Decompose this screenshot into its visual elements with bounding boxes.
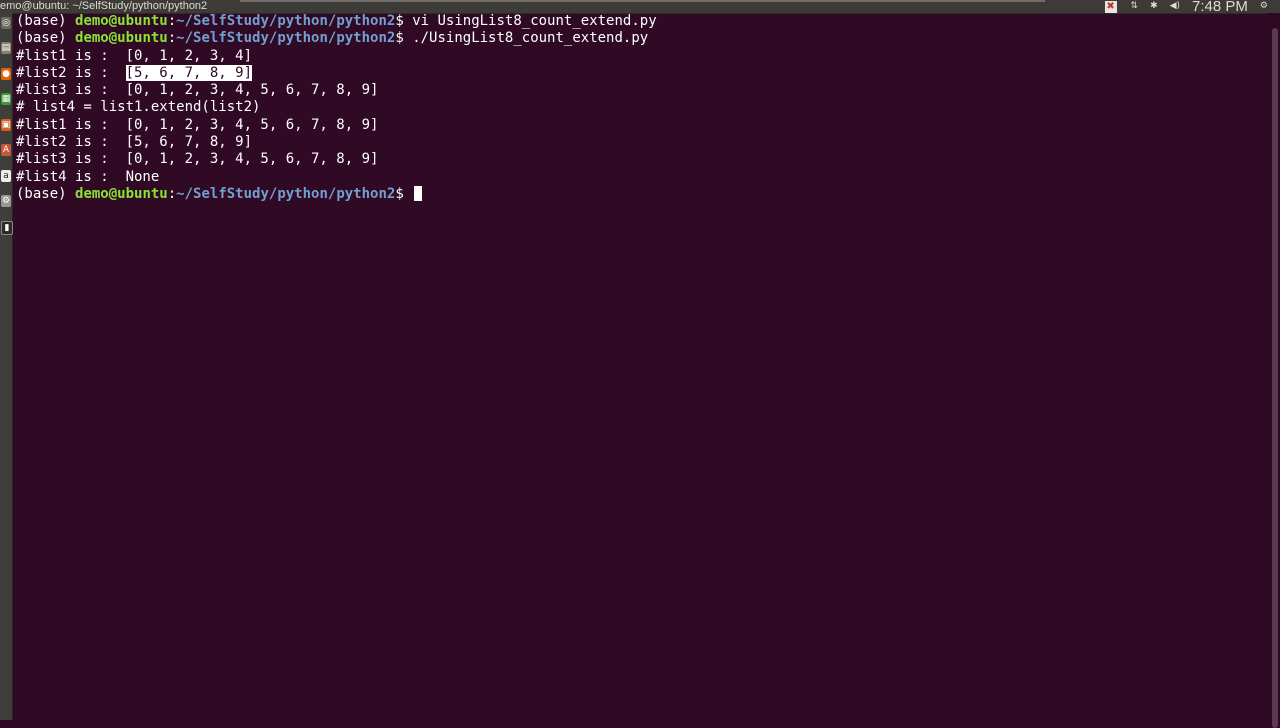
prompt-separator: : [167, 13, 177, 29]
prompt-symbol: $ [395, 13, 413, 29]
prompt-symbol: $ [395, 185, 413, 202]
output-label: #list1 is : [16, 47, 126, 64]
settings-icon[interactable]: ⚙ [1, 195, 11, 207]
prompt-path: ~/SelfStudy/python/python2 [176, 30, 396, 47]
panel-accent [240, 0, 1045, 2]
output-line: #list4 is : None [16, 168, 160, 185]
settings-gear-icon[interactable]: ⚙ [1260, 0, 1268, 13]
keyboard-sort-icon[interactable]: ⇅ [1131, 0, 1139, 13]
terminal-output[interactable]: (base) demo@ubuntu:~/SelfStudy/python/py… [16, 13, 1264, 713]
output-line: #list1 is : [0, 1, 2, 3, 4, 5, 6, 7, 8, … [16, 116, 379, 133]
search-icon[interactable]: ◎ [1, 17, 11, 29]
scrollbar[interactable] [1267, 13, 1280, 728]
window-title: emo@ubuntu: ~/SelfStudy/python/python2 [0, 0, 208, 12]
selected-text[interactable]: [5, 6, 7, 8, 9] [125, 64, 253, 81]
alert-icon[interactable]: ✖ [1104, 0, 1117, 13]
output-line: #list1 is : [0, 1, 2, 3, 4] [16, 48, 1264, 65]
files-icon[interactable]: ▤ [1, 42, 11, 54]
prompt-path: ~/SelfStudy/python/python2 [176, 13, 396, 29]
prompt-env: (base) [16, 13, 76, 29]
terminal-line: (base) demo@ubuntu:~/SelfStudy/python/py… [16, 186, 1264, 203]
clock[interactable]: 7:48 PM [1192, 0, 1248, 14]
text-cursor[interactable] [414, 186, 423, 202]
prompt-symbol: $ [395, 30, 413, 47]
output-line: #list2 is : [5, 6, 7, 8, 9] [16, 134, 253, 151]
output-line: #list3 is : [0, 1, 2, 3, 4, 5, 6, 7, 8, … [16, 82, 379, 99]
terminal-icon[interactable]: ▮ [1, 221, 13, 235]
libreoffice-calc-icon[interactable]: ▦ [1, 93, 11, 105]
prompt-user-host: demo@ubuntu [75, 185, 168, 202]
top-panel: emo@ubuntu: ~/SelfStudy/python/python2 ✖… [0, 0, 1280, 14]
output-line: #list2 is : [5, 6, 7, 8, 9] [16, 64, 1264, 82]
prompt-separator: : [167, 30, 177, 47]
amazon-icon[interactable]: a [1, 170, 11, 182]
scrollbar-thumb[interactable] [1272, 28, 1278, 728]
indicator-area: ✖ ⇅ ✱ ◀) 7:48 PM ⚙ [1104, 0, 1280, 14]
firefox-icon[interactable]: ● [1, 68, 11, 80]
output-line: #list3 is : [0, 1, 2, 3, 4, 5, 6, 7, 8, … [16, 151, 379, 168]
prompt-env: (base) [16, 185, 76, 202]
launcher: ◎ ▤ ● ▦ ▣ A a ⚙ ▮ [0, 13, 13, 720]
bluetooth-icon[interactable]: ✱ [1150, 0, 1158, 13]
prompt-user-host: demo@ubuntu [75, 13, 168, 29]
prompt-user-host: demo@ubuntu [75, 30, 168, 47]
output-label: #list2 is : [16, 64, 126, 81]
command-text: vi UsingList8_count_extend.py [412, 13, 657, 29]
software-center-icon[interactable]: A [1, 144, 11, 156]
libreoffice-impress-icon[interactable]: ▣ [1, 119, 11, 131]
command-text: ./UsingList8_count_extend.py [412, 30, 649, 47]
terminal-line: (base) demo@ubuntu:~/SelfStudy/python/py… [16, 30, 1264, 47]
output-line: # list4 = list1.extend(list2) [16, 99, 261, 116]
prompt-env: (base) [16, 30, 76, 47]
output-value: [0, 1, 2, 3, 4] [125, 47, 253, 64]
prompt-separator: : [167, 185, 177, 202]
terminal-line: (base) demo@ubuntu:~/SelfStudy/python/py… [16, 13, 1264, 30]
prompt-path: ~/SelfStudy/python/python2 [176, 185, 396, 202]
volume-icon[interactable]: ◀) [1170, 0, 1180, 13]
